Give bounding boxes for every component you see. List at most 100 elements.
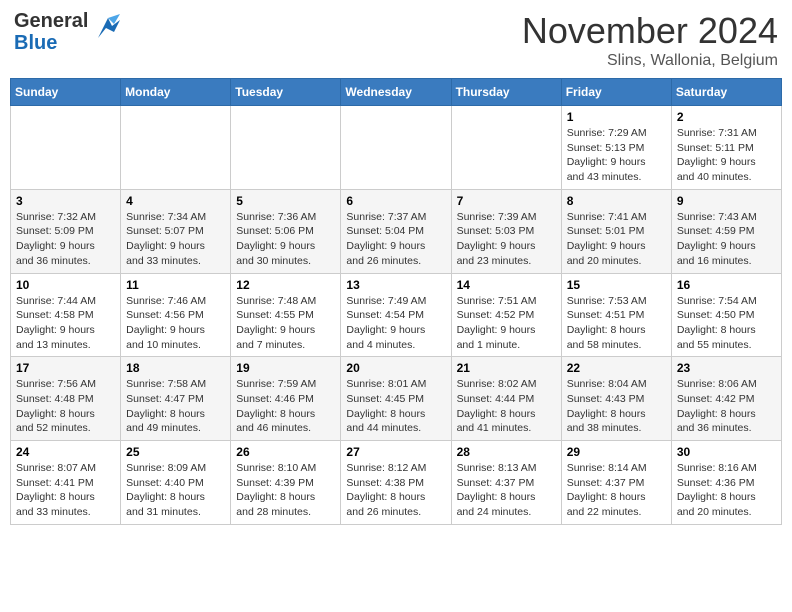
calendar-table: Sunday Monday Tuesday Wednesday Thursday… <box>10 78 782 525</box>
day-number: 7 <box>457 194 556 208</box>
day-info: Sunrise: 7:58 AM Sunset: 4:47 PM Dayligh… <box>126 377 225 436</box>
page-header: General Blue November 2024 Slins, Wallon… <box>10 10 782 70</box>
table-row: 6 Sunrise: 7:37 AM Sunset: 5:04 PM Daylig… <box>341 189 451 273</box>
table-row: 3Sunrise: 7:32 AM Sunset: 5:09 PM Daylig… <box>11 189 121 273</box>
day-info: Sunrise: 7:46 AM Sunset: 4:56 PM Dayligh… <box>126 294 225 353</box>
table-row <box>121 106 231 190</box>
table-row: 12 Sunrise: 7:48 AM Sunset: 4:55 PM Dayli… <box>231 273 341 357</box>
table-row: 24 Sunrise: 8:07 AM Sunset: 4:41 PM Dayli… <box>11 441 121 525</box>
day-number: 15 <box>567 278 666 292</box>
table-row: 27 Sunrise: 8:12 AM Sunset: 4:38 PM Dayli… <box>341 441 451 525</box>
day-info: Sunrise: 7:48 AM Sunset: 4:55 PM Dayligh… <box>236 294 335 353</box>
table-row: 11 Sunrise: 7:46 AM Sunset: 4:56 PM Dayli… <box>121 273 231 357</box>
table-row: 2 Sunrise: 7:31 AM Sunset: 5:11 PM Daylig… <box>671 106 781 190</box>
table-row: 10 Sunrise: 7:44 AM Sunset: 4:58 PM Dayli… <box>11 273 121 357</box>
table-row: 29Sunrise: 8:14 AM Sunset: 4:37 PM Dayli… <box>561 441 671 525</box>
day-number: 18 <box>126 361 225 375</box>
day-info: Sunrise: 7:49 AM Sunset: 4:54 PM Dayligh… <box>346 294 445 353</box>
day-number: 16 <box>677 278 776 292</box>
day-info: Sunrise: 8:14 AM Sunset: 4:37 PM Dayligh… <box>567 461 666 520</box>
table-row: 26 Sunrise: 8:10 AM Sunset: 4:39 PM Dayli… <box>231 441 341 525</box>
day-info: Sunrise: 8:13 AM Sunset: 4:37 PM Dayligh… <box>457 461 556 520</box>
day-info: Sunrise: 8:06 AM Sunset: 4:42 PM Dayligh… <box>677 377 776 436</box>
calendar-week-5: 24 Sunrise: 8:07 AM Sunset: 4:41 PM Dayli… <box>11 441 782 525</box>
calendar-week-4: 17 Sunrise: 7:56 AM Sunset: 4:48 PM Dayli… <box>11 357 782 441</box>
day-number: 27 <box>346 445 445 459</box>
table-row: 23 Sunrise: 8:06 AM Sunset: 4:42 PM Dayli… <box>671 357 781 441</box>
day-number: 12 <box>236 278 335 292</box>
col-sunday: Sunday <box>11 79 121 106</box>
day-info: Sunrise: 7:53 AM Sunset: 4:51 PM Dayligh… <box>567 294 666 353</box>
day-number: 26 <box>236 445 335 459</box>
calendar-week-2: 3Sunrise: 7:32 AM Sunset: 5:09 PM Daylig… <box>11 189 782 273</box>
col-monday: Monday <box>121 79 231 106</box>
table-row: 22 Sunrise: 8:04 AM Sunset: 4:43 PM Dayli… <box>561 357 671 441</box>
day-info: Sunrise: 8:10 AM Sunset: 4:39 PM Dayligh… <box>236 461 335 520</box>
day-info: Sunrise: 8:09 AM Sunset: 4:40 PM Dayligh… <box>126 461 225 520</box>
col-friday: Friday <box>561 79 671 106</box>
day-number: 8 <box>567 194 666 208</box>
col-wednesday: Wednesday <box>341 79 451 106</box>
day-info: Sunrise: 8:12 AM Sunset: 4:38 PM Dayligh… <box>346 461 445 520</box>
table-row: 19 Sunrise: 7:59 AM Sunset: 4:46 PM Dayli… <box>231 357 341 441</box>
logo-general-text: General <box>14 10 88 32</box>
logo: General Blue <box>14 10 124 54</box>
table-row: 25 Sunrise: 8:09 AM Sunset: 4:40 PM Dayli… <box>121 441 231 525</box>
day-number: 20 <box>346 361 445 375</box>
col-tuesday: Tuesday <box>231 79 341 106</box>
day-number: 10 <box>16 278 115 292</box>
table-row: 8 Sunrise: 7:41 AM Sunset: 5:01 PM Daylig… <box>561 189 671 273</box>
day-info: Sunrise: 8:02 AM Sunset: 4:44 PM Dayligh… <box>457 377 556 436</box>
day-number: 14 <box>457 278 556 292</box>
day-number: 5 <box>236 194 335 208</box>
table-row: 16 Sunrise: 7:54 AM Sunset: 4:50 PM Dayli… <box>671 273 781 357</box>
table-row: 20 Sunrise: 8:01 AM Sunset: 4:45 PM Dayli… <box>341 357 451 441</box>
logo-bird-icon <box>92 10 124 47</box>
day-info: Sunrise: 7:29 AM Sunset: 5:13 PM Dayligh… <box>567 126 666 185</box>
day-info: Sunrise: 8:04 AM Sunset: 4:43 PM Dayligh… <box>567 377 666 436</box>
title-section: November 2024 Slins, Wallonia, Belgium <box>522 10 778 70</box>
day-number: 19 <box>236 361 335 375</box>
day-info: Sunrise: 8:07 AM Sunset: 4:41 PM Dayligh… <box>16 461 115 520</box>
day-number: 22 <box>567 361 666 375</box>
col-thursday: Thursday <box>451 79 561 106</box>
day-info: Sunrise: 8:01 AM Sunset: 4:45 PM Dayligh… <box>346 377 445 436</box>
day-number: 2 <box>677 110 776 124</box>
table-row: 14 Sunrise: 7:51 AM Sunset: 4:52 PM Dayli… <box>451 273 561 357</box>
table-row: 30Sunrise: 8:16 AM Sunset: 4:36 PM Dayli… <box>671 441 781 525</box>
day-info: Sunrise: 7:31 AM Sunset: 5:11 PM Dayligh… <box>677 126 776 185</box>
day-number: 6 <box>346 194 445 208</box>
day-info: Sunrise: 7:44 AM Sunset: 4:58 PM Dayligh… <box>16 294 115 353</box>
day-number: 1 <box>567 110 666 124</box>
day-number: 13 <box>346 278 445 292</box>
location-subtitle: Slins, Wallonia, Belgium <box>522 52 778 70</box>
day-number: 23 <box>677 361 776 375</box>
day-info: Sunrise: 7:34 AM Sunset: 5:07 PM Dayligh… <box>126 210 225 269</box>
table-row <box>231 106 341 190</box>
month-title: November 2024 <box>522 10 778 52</box>
day-info: Sunrise: 7:39 AM Sunset: 5:03 PM Dayligh… <box>457 210 556 269</box>
day-info: Sunrise: 7:41 AM Sunset: 5:01 PM Dayligh… <box>567 210 666 269</box>
day-number: 24 <box>16 445 115 459</box>
table-row <box>341 106 451 190</box>
table-row <box>11 106 121 190</box>
day-number: 11 <box>126 278 225 292</box>
day-info: Sunrise: 8:16 AM Sunset: 4:36 PM Dayligh… <box>677 461 776 520</box>
day-info: Sunrise: 7:56 AM Sunset: 4:48 PM Dayligh… <box>16 377 115 436</box>
day-number: 25 <box>126 445 225 459</box>
day-info: Sunrise: 7:37 AM Sunset: 5:04 PM Dayligh… <box>346 210 445 269</box>
day-info: Sunrise: 7:32 AM Sunset: 5:09 PM Dayligh… <box>16 210 115 269</box>
day-number: 28 <box>457 445 556 459</box>
day-number: 9 <box>677 194 776 208</box>
calendar-header-row: Sunday Monday Tuesday Wednesday Thursday… <box>11 79 782 106</box>
table-row: 15 Sunrise: 7:53 AM Sunset: 4:51 PM Dayli… <box>561 273 671 357</box>
day-info: Sunrise: 7:54 AM Sunset: 4:50 PM Dayligh… <box>677 294 776 353</box>
day-info: Sunrise: 7:51 AM Sunset: 4:52 PM Dayligh… <box>457 294 556 353</box>
table-row: 18 Sunrise: 7:58 AM Sunset: 4:47 PM Dayli… <box>121 357 231 441</box>
table-row: 4Sunrise: 7:34 AM Sunset: 5:07 PM Daylig… <box>121 189 231 273</box>
day-number: 17 <box>16 361 115 375</box>
table-row: 7 Sunrise: 7:39 AM Sunset: 5:03 PM Daylig… <box>451 189 561 273</box>
day-info: Sunrise: 7:59 AM Sunset: 4:46 PM Dayligh… <box>236 377 335 436</box>
table-row: 5Sunrise: 7:36 AM Sunset: 5:06 PM Daylig… <box>231 189 341 273</box>
col-saturday: Saturday <box>671 79 781 106</box>
